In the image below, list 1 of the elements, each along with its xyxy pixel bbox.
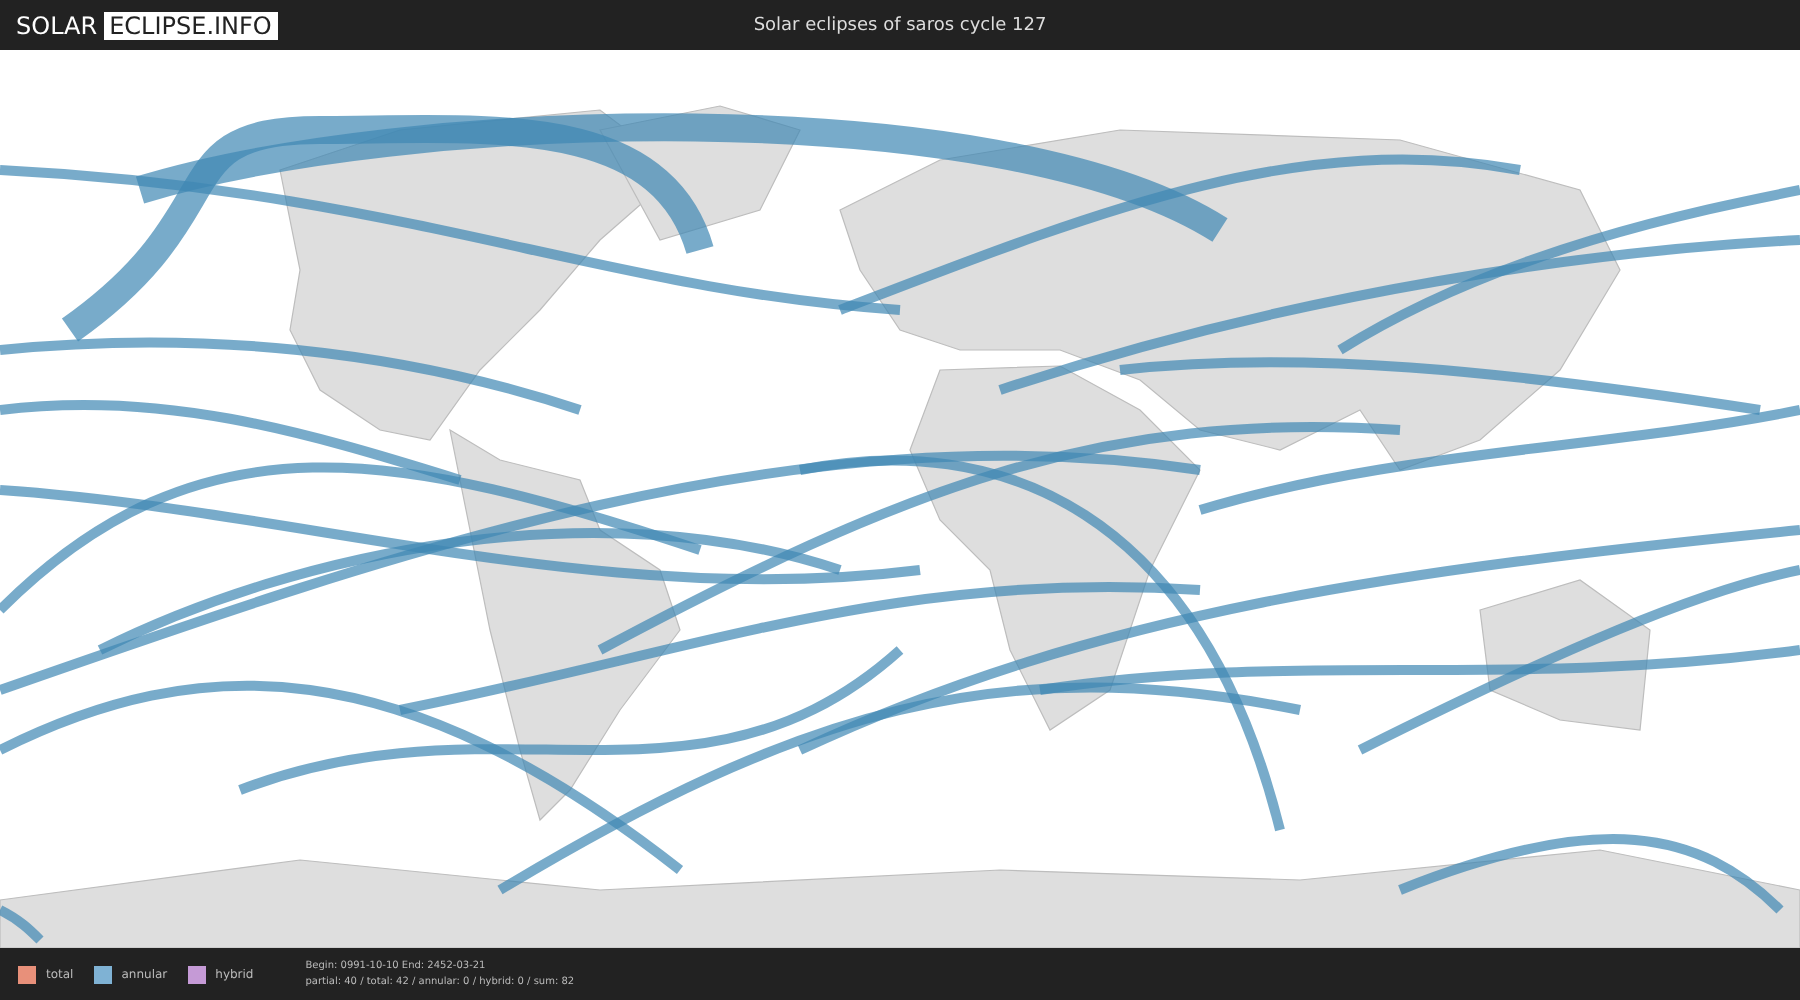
- page-title: Solar eclipses of saros cycle 127: [753, 15, 1047, 35]
